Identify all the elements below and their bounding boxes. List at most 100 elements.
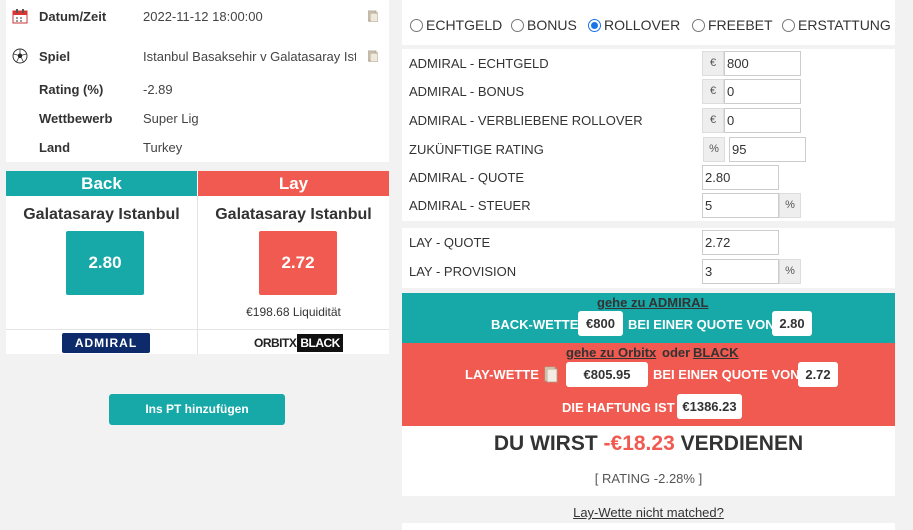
- mode-rollover-label: ROLLOVER: [604, 17, 681, 33]
- goto-black-link[interactable]: BLACK: [693, 345, 739, 360]
- back-bet-label: BACK-WETTE: [491, 317, 579, 332]
- orbitx-logo-text: ORBITX: [254, 336, 297, 350]
- lay-quote-label: LAY - QUOTE: [409, 235, 491, 250]
- lay-not-matched-link[interactable]: Lay-Wette nicht matched?: [402, 505, 895, 520]
- add-to-pt-button[interactable]: Ins PT hinzufügen: [109, 394, 285, 425]
- tax-label: ADMIRAL - STEUER: [409, 198, 531, 213]
- lay-quote-row: LAY - QUOTE 2.72: [402, 228, 895, 256]
- bottom-panel: [402, 523, 895, 530]
- game-row: Spiel Istanbul Basaksehir v Galatasaray …: [6, 46, 389, 66]
- competition-label: Wettbewerb: [39, 110, 113, 126]
- lay-commission-label: LAY - PROVISION: [409, 264, 517, 279]
- radio-freebet[interactable]: [692, 18, 705, 32]
- copy-icon[interactable]: [544, 365, 558, 383]
- lay-odds-button[interactable]: 2.72: [259, 231, 337, 295]
- mode-freebet[interactable]: FREEBET: [692, 17, 773, 33]
- liability-value: €1386.23: [677, 394, 742, 419]
- future-rating-input[interactable]: 95: [729, 137, 806, 162]
- mode-realmoney[interactable]: ECHTGELD: [410, 17, 502, 33]
- bonus-row: ADMIRAL - BONUS € 0: [402, 77, 895, 105]
- lay-liquidity: €198.68 Liquidität: [246, 305, 341, 319]
- copy-icon[interactable]: [368, 10, 378, 22]
- back-form: ADMIRAL - ECHTGELD € 800 ADMIRAL - BONUS…: [402, 49, 895, 221]
- lay-header: Lay: [198, 171, 389, 196]
- event-info-card: Datum/Zeit 2022-11-12 18:00:00 Spiel Ist…: [6, 0, 389, 162]
- country-value: Turkey: [143, 139, 183, 155]
- profit-rating: [ RATING -2.28% ]: [594, 471, 703, 486]
- bonus-input[interactable]: 0: [724, 79, 801, 104]
- euro-addon: €: [702, 51, 724, 76]
- profit-headline: DU WIRST -€18.23 VERDIENEN: [402, 432, 895, 456]
- rollover-label: ADMIRAL - VERBLIEBENE ROLLOVER: [409, 113, 643, 128]
- mode-realmoney-label: ECHTGELD: [426, 17, 503, 33]
- lay-result: gehe zu Orbitx oder BLACK LAY-WETTE €805…: [402, 343, 895, 426]
- lay-stake-value: €805.95: [566, 362, 648, 387]
- mode-freebet-label: FREEBET: [708, 17, 773, 33]
- football-icon: [12, 48, 28, 64]
- date-row: Datum/Zeit 2022-11-12 18:00:00: [6, 6, 389, 26]
- country-label: Land: [39, 139, 71, 155]
- rollover-input[interactable]: 0: [724, 108, 801, 133]
- bonus-label: ADMIRAL - BONUS: [409, 84, 525, 99]
- radio-bonus[interactable]: [511, 18, 524, 32]
- lay-commission-input[interactable]: 3: [702, 259, 779, 284]
- lay-odds-value: 2.72: [798, 362, 838, 387]
- lay-form: LAY - QUOTE 2.72 LAY - PROVISION 3 %: [402, 228, 895, 288]
- euro-addon: €: [702, 79, 724, 104]
- rating-label: Rating (%): [39, 81, 104, 97]
- goto-admiral-link[interactable]: gehe zu ADMIRAL: [597, 295, 708, 310]
- mode-refund[interactable]: ERSTATTUNG: [782, 17, 891, 33]
- back-footer: ADMIRAL: [6, 329, 197, 354]
- quote-input[interactable]: 2.80: [702, 165, 779, 190]
- date-value: 2022-11-12 18:00:00: [143, 8, 263, 24]
- realmoney-label: ADMIRAL - ECHTGELD: [409, 56, 549, 71]
- radio-refund[interactable]: [782, 18, 795, 32]
- quote-label: ADMIRAL - QUOTE: [409, 170, 525, 185]
- mode-refund-label: ERSTATTUNG: [798, 17, 891, 33]
- mode-bonus[interactable]: BONUS: [511, 17, 577, 33]
- back-header: Back: [6, 171, 197, 196]
- lay-quote-input[interactable]: 2.72: [702, 230, 779, 255]
- country-row: Land Turkey: [6, 137, 389, 157]
- back-odds-value: 2.80: [772, 311, 812, 336]
- future-rating-row: ZUKÜNFTIGE RATING % 95: [402, 135, 895, 163]
- orbitx-black-logo[interactable]: ORBITX BLACK: [254, 333, 343, 353]
- or-text: oder: [662, 345, 691, 360]
- back-column: Back Galatasaray Istanbul 2.80 ADMIRAL: [6, 171, 197, 354]
- competition-value: Super Lig: [143, 110, 199, 126]
- rating-value: -2.89: [143, 81, 173, 97]
- percent-addon: %: [779, 259, 801, 284]
- back-team: Galatasaray Istanbul: [23, 206, 180, 223]
- realmoney-row: ADMIRAL - ECHTGELD € 800: [402, 49, 895, 77]
- quote-row: ADMIRAL - QUOTE 2.80: [402, 163, 895, 191]
- tax-row: ADMIRAL - STEUER 5 %: [402, 191, 895, 219]
- mode-rollover[interactable]: ROLLOVER: [588, 17, 680, 33]
- percent-addon: %: [703, 137, 725, 162]
- lay-at-odds-label: BEI EINER QUOTE VON: [653, 367, 800, 382]
- liability-label: DIE HAFTUNG IST: [562, 400, 675, 415]
- goto-orbitx-link[interactable]: gehe zu Orbitx: [566, 345, 656, 360]
- euro-addon: €: [702, 108, 724, 133]
- lay-footer: ORBITX BLACK: [198, 329, 389, 354]
- rollover-row: ADMIRAL - VERBLIEBENE ROLLOVER € 0: [402, 106, 895, 134]
- back-result: gehe zu ADMIRAL BACK-WETTE €800 BEI EINE…: [402, 293, 895, 343]
- profit-suffix: VERDIENEN: [680, 432, 804, 455]
- tax-input[interactable]: 5: [702, 193, 779, 218]
- back-stake-value: €800: [578, 311, 623, 336]
- calendar-icon: [12, 9, 28, 24]
- admiral-logo[interactable]: ADMIRAL: [62, 333, 150, 353]
- back-odds-button[interactable]: 2.80: [66, 231, 144, 295]
- percent-addon: %: [779, 193, 801, 218]
- competition-row: Wettbewerb Super Lig: [6, 108, 389, 128]
- lay-bet-label: LAY-WETTE: [465, 367, 539, 382]
- rating-row: Rating (%) -2.89: [6, 79, 389, 99]
- radio-rollover[interactable]: [588, 18, 601, 32]
- back-at-odds-label: BEI EINER QUOTE VON: [628, 317, 775, 332]
- game-label: Spiel: [39, 48, 71, 64]
- radio-realmoney[interactable]: [410, 18, 423, 32]
- mode-bonus-label: BONUS: [527, 17, 577, 33]
- date-label: Datum/Zeit: [39, 8, 107, 24]
- realmoney-input[interactable]: 800: [724, 51, 801, 76]
- copy-icon[interactable]: [368, 50, 378, 62]
- future-rating-label: ZUKÜNFTIGE RATING: [409, 142, 544, 157]
